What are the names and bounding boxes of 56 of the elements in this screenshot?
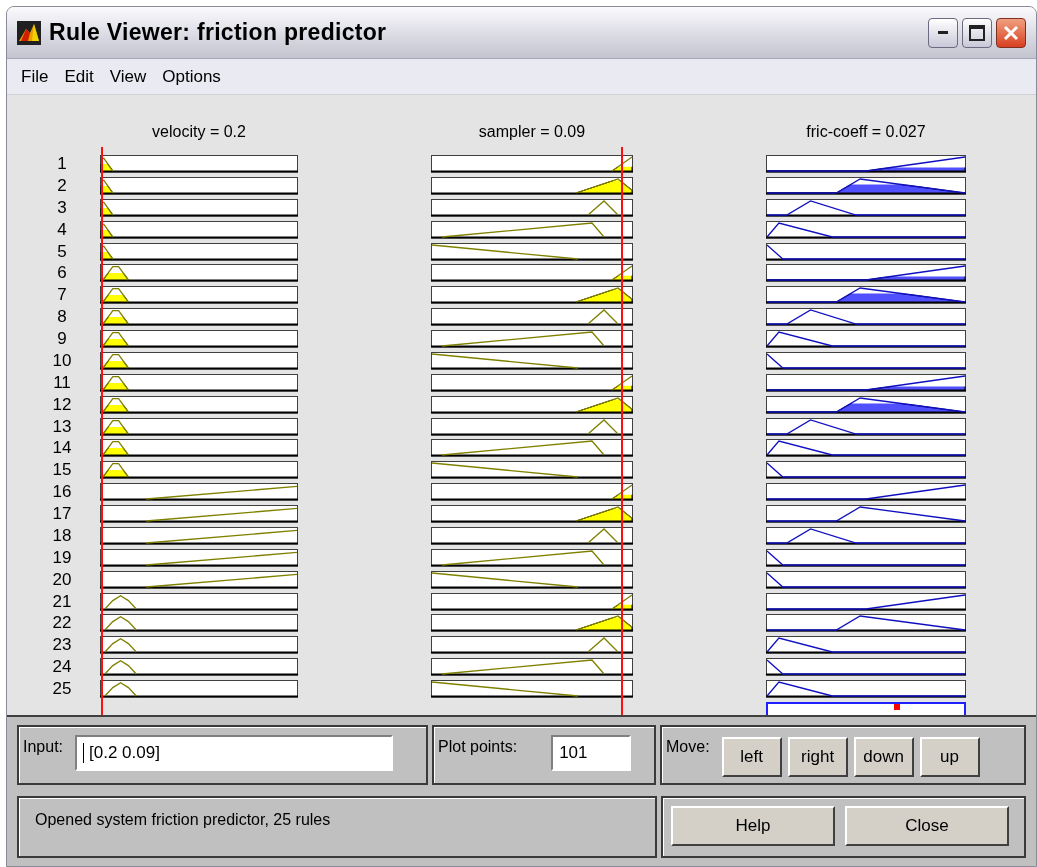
rule-number: 19 bbox=[51, 548, 73, 567]
output-marker[interactable] bbox=[894, 703, 900, 710]
rule-number: 18 bbox=[51, 526, 73, 545]
rule-number: 6 bbox=[56, 264, 68, 283]
move-label: Move: bbox=[666, 737, 710, 757]
close-icon bbox=[1003, 24, 1019, 41]
rule-number: 12 bbox=[51, 395, 73, 414]
rule-number: 4 bbox=[56, 220, 68, 239]
plot-title: fric-coeff = 0.027 bbox=[805, 122, 927, 142]
menu-item[interactable]: File bbox=[13, 63, 57, 90]
menu-item[interactable]: Options bbox=[154, 63, 229, 90]
window-title: Rule Viewer: friction predictor bbox=[49, 18, 387, 48]
rule-number: 25 bbox=[51, 680, 73, 698]
rule-number: 16 bbox=[51, 483, 73, 502]
input-label: Input: bbox=[23, 737, 64, 757]
rule-number: 22 bbox=[51, 614, 73, 633]
rule-number: 23 bbox=[51, 636, 73, 655]
rule-number: 20 bbox=[51, 570, 73, 589]
menu-item[interactable]: Edit bbox=[56, 63, 102, 90]
rule-number: 17 bbox=[51, 505, 73, 523]
rule-number: 3 bbox=[56, 198, 68, 217]
dialog-button[interactable]: Close bbox=[845, 806, 1009, 846]
minimize-button[interactable] bbox=[928, 17, 958, 48]
move-button[interactable]: up bbox=[919, 737, 980, 777]
rule-number: 21 bbox=[51, 592, 73, 611]
rule-number: 5 bbox=[56, 242, 68, 261]
rule-number: 7 bbox=[56, 286, 68, 305]
rule-number: 1 bbox=[56, 155, 68, 173]
rule-number: 8 bbox=[56, 308, 68, 327]
input-marker[interactable] bbox=[100, 147, 103, 715]
app-icon bbox=[17, 20, 41, 45]
rule-number: 10 bbox=[51, 351, 73, 370]
status-message: Opened system friction predictor, 25 rules bbox=[35, 810, 331, 830]
rule-number: 9 bbox=[56, 330, 68, 348]
rule-number: 15 bbox=[51, 461, 73, 480]
move-button[interactable]: right bbox=[787, 737, 848, 777]
maximize-icon bbox=[969, 24, 985, 41]
text-cursor bbox=[83, 743, 85, 763]
menu-item[interactable]: View bbox=[101, 63, 155, 90]
input-marker[interactable] bbox=[620, 147, 623, 715]
rule-number: 11 bbox=[52, 373, 72, 392]
rule-number: 2 bbox=[56, 176, 68, 195]
rule-number: 24 bbox=[51, 658, 73, 677]
rule-number: 14 bbox=[51, 439, 73, 458]
dialog-button[interactable]: Help bbox=[671, 806, 835, 846]
move-button[interactable]: left bbox=[721, 737, 782, 777]
rule-number: 13 bbox=[51, 417, 73, 436]
plot-points-label: Plot points: bbox=[438, 737, 518, 757]
maximize-button[interactable] bbox=[962, 17, 992, 48]
move-button[interactable]: down bbox=[853, 737, 914, 777]
plot-points-field[interactable]: 101 bbox=[551, 735, 632, 771]
input-field[interactable]: [0.2 0.09] bbox=[75, 735, 394, 771]
plot-title: velocity = 0.2 bbox=[151, 122, 247, 142]
minimize-icon bbox=[938, 30, 948, 35]
close-button[interactable] bbox=[996, 17, 1026, 48]
plot-title: sampler = 0.09 bbox=[477, 122, 587, 142]
